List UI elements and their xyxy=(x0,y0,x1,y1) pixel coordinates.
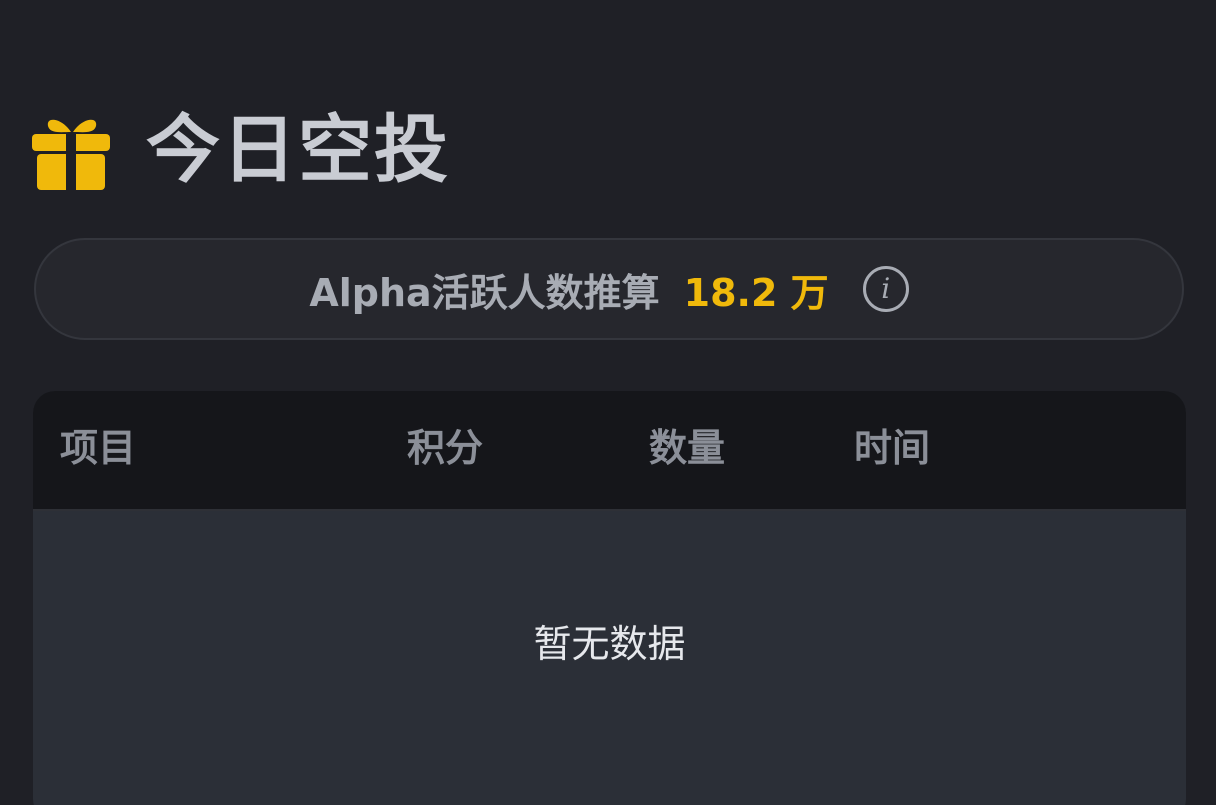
section-header: 今日空投 xyxy=(32,104,450,196)
column-header-project: 项目 xyxy=(60,426,137,470)
active-users-label: Alpha活跃人数推算 xyxy=(309,270,660,315)
info-icon[interactable]: i xyxy=(862,266,909,312)
column-header-quantity: 数量 xyxy=(649,426,726,470)
gift-icon xyxy=(32,119,110,190)
empty-state-text: 暂无数据 xyxy=(533,622,686,666)
active-users-estimate: Alpha活跃人数推算 18.2 万 i xyxy=(34,238,1184,340)
airdrop-page: 今日空投 Alpha活跃人数推算 18.2 万 i 项目 积分 数量 时间 暂无… xyxy=(0,0,1216,805)
airdrop-table: 项目 积分 数量 时间 暂无数据 xyxy=(33,391,1186,805)
column-header-time: 时间 xyxy=(854,426,931,470)
page-title: 今日空投 xyxy=(146,107,450,193)
column-header-points: 积分 xyxy=(407,426,484,470)
table-header: 项目 积分 数量 时间 xyxy=(33,391,1186,511)
active-users-value: 18.2 万 xyxy=(683,270,829,315)
